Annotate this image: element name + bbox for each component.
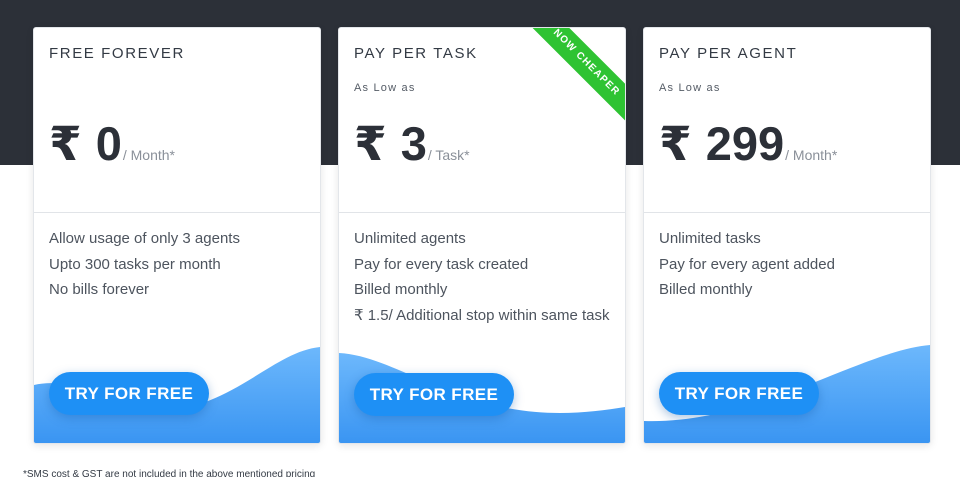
feature-item: Upto 300 tasks per month	[49, 255, 221, 273]
feature-item: Billed monthly	[659, 281, 753, 299]
divider	[644, 212, 930, 213]
feature-item: Pay for every task created	[354, 255, 529, 273]
feature-item: No bills forever	[49, 281, 150, 299]
plan-price: ₹ 0 / Month*	[49, 116, 175, 172]
plan-name: PAY PER TASK	[354, 45, 478, 62]
currency-symbol: ₹	[659, 117, 692, 170]
price-amount: 0	[95, 117, 122, 170]
price-unit: / Task*	[427, 147, 470, 163]
plan-price: ₹ 3 / Task*	[354, 116, 470, 172]
plan-subtitle: As Low as	[659, 82, 721, 94]
feature-list: Allow usage of only 3 agents Upto 300 ta…	[49, 227, 311, 304]
feature-item: Allow usage of only 3 agents	[49, 230, 240, 247]
price-amount: 299	[705, 117, 785, 170]
plan-name: FREE FOREVER	[49, 45, 185, 62]
divider	[34, 212, 320, 213]
plan-name: PAY PER AGENT	[659, 45, 798, 62]
feature-item: Billed monthly	[354, 281, 448, 299]
feature-item: ₹ 1.5/ Additional stop within same task	[354, 306, 610, 324]
pricing-footnote: *SMS cost & GST are not included in the …	[23, 469, 316, 477]
pricing-card-pay-per-task: PAY PER TASK As Low as NOW CHEAPER ₹ 3 /…	[338, 27, 626, 444]
currency-symbol: ₹	[354, 117, 387, 170]
price-unit: / Month*	[122, 147, 175, 163]
plan-subtitle: As Low as	[354, 82, 416, 94]
price-amount: 3	[400, 117, 427, 170]
plan-price: ₹ 299 / Month*	[659, 116, 837, 172]
pricing-card-free-forever: FREE FOREVER ₹ 0 / Month* Allow usage of…	[33, 27, 321, 444]
try-for-free-button[interactable]: TRY FOR FREE	[354, 373, 514, 416]
feature-list: Unlimited tasks Pay for every agent adde…	[659, 227, 921, 304]
now-cheaper-badge: NOW CHEAPER	[523, 28, 625, 126]
feature-list: Unlimited agents Pay for every task crea…	[354, 227, 616, 329]
divider	[339, 212, 625, 213]
feature-item: Unlimited tasks	[659, 230, 761, 247]
price-unit: / Month*	[785, 147, 838, 163]
try-for-free-button[interactable]: TRY FOR FREE	[49, 372, 209, 415]
try-for-free-button[interactable]: TRY FOR FREE	[659, 372, 819, 415]
pricing-card-pay-per-agent: PAY PER AGENT As Low as ₹ 299 / Month* U…	[643, 27, 931, 444]
currency-symbol: ₹	[49, 117, 82, 170]
feature-item: Unlimited agents	[354, 230, 466, 247]
feature-item: Pay for every agent added	[659, 255, 835, 273]
